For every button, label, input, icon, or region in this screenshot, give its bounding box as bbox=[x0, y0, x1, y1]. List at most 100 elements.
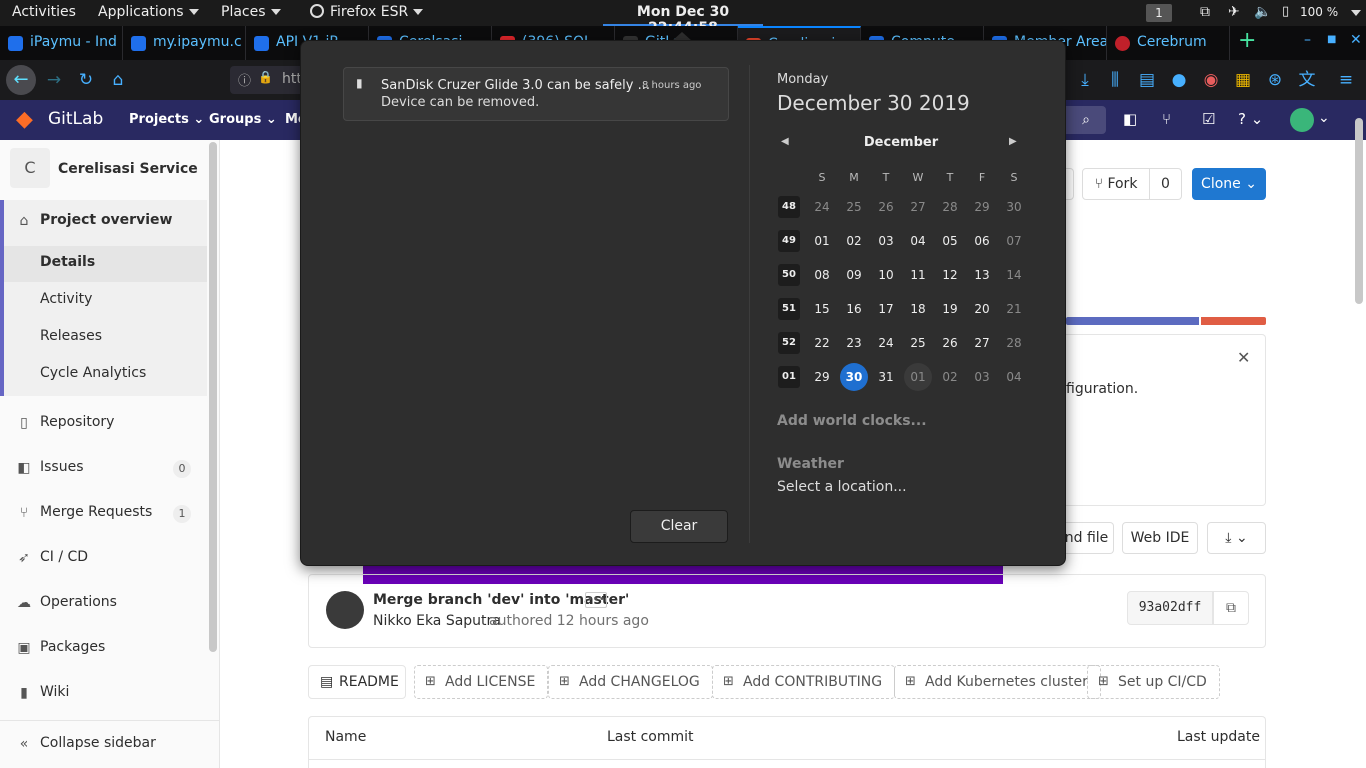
setup-cicd-button[interactable]: ⊞ Set up CI/CD bbox=[1087, 665, 1220, 699]
sidebar-item-operations[interactable]: ☁ Operations bbox=[0, 586, 207, 622]
calendar-day[interactable]: 04 bbox=[1000, 363, 1028, 391]
new-tab-icon[interactable]: + bbox=[1238, 28, 1256, 53]
airplane-icon[interactable]: ✈ bbox=[1228, 4, 1240, 20]
account-icon[interactable]: ● bbox=[1167, 68, 1191, 92]
project-name[interactable]: Cerelisasi Service bbox=[58, 161, 198, 177]
calendar-day[interactable]: 28 bbox=[1000, 329, 1028, 357]
search-icon[interactable]: ⌕ bbox=[1066, 106, 1106, 134]
activities-button[interactable]: Activities bbox=[12, 4, 76, 20]
forward-icon[interactable]: → bbox=[42, 68, 66, 92]
calendar-day[interactable]: 20 bbox=[968, 295, 996, 323]
calendar-day[interactable]: 27 bbox=[904, 193, 932, 221]
nav-projects[interactable]: Projects ⌄ bbox=[129, 112, 204, 127]
gitlab-brand[interactable]: GitLab bbox=[48, 109, 103, 129]
calendar-day[interactable]: 19 bbox=[936, 295, 964, 323]
translate-icon[interactable]: 文 bbox=[1295, 68, 1319, 92]
minimize-icon[interactable]: – bbox=[1304, 32, 1311, 48]
sidebar-item-overview[interactable]: ⌂ Project overview bbox=[0, 204, 207, 240]
calendar-day[interactable]: 30 bbox=[1000, 193, 1028, 221]
menu-icon[interactable]: ≡ bbox=[1334, 68, 1358, 92]
info-icon[interactable]: ⓘ bbox=[238, 70, 251, 89]
commit-author[interactable]: Nikko Eka Saputra bbox=[373, 613, 501, 629]
nav-groups[interactable]: Groups ⌄ bbox=[209, 112, 277, 127]
reload-icon[interactable]: ↻ bbox=[74, 68, 98, 92]
clone-button[interactable]: Clone ⌄ bbox=[1192, 168, 1266, 200]
network-icon[interactable]: ⧉ bbox=[1200, 4, 1210, 20]
clear-notifications-button[interactable]: Clear bbox=[630, 510, 728, 543]
maximize-icon[interactable]: ■ bbox=[1327, 34, 1336, 45]
merge-requests-icon[interactable]: ⑂ bbox=[1162, 110, 1171, 128]
calendar-day[interactable]: 12 bbox=[936, 261, 964, 289]
sidebar-item-details[interactable]: Details bbox=[4, 246, 207, 282]
commit-sha[interactable]: 93a02dff bbox=[1127, 591, 1213, 625]
todos-icon[interactable]: ☑ bbox=[1202, 110, 1215, 128]
calendar-day[interactable]: 08 bbox=[808, 261, 836, 289]
calendar-day[interactable]: 29 bbox=[968, 193, 996, 221]
clock-button[interactable]: Mon Dec 30 22:44:58 bbox=[603, 0, 763, 36]
avatar[interactable] bbox=[326, 591, 364, 629]
calendar-day[interactable]: 13 bbox=[968, 261, 996, 289]
calendar-day[interactable]: 25 bbox=[904, 329, 932, 357]
calendar-day[interactable]: 14 bbox=[1000, 261, 1028, 289]
calendar-day[interactable]: 21 bbox=[1000, 295, 1028, 323]
calendar-day[interactable]: 24 bbox=[808, 193, 836, 221]
downloads-icon[interactable]: ⤓ bbox=[1073, 68, 1097, 92]
sidebar-icon[interactable]: ▤ bbox=[1135, 68, 1159, 92]
browser-tab[interactable]: my.ipaymu.c bbox=[123, 26, 246, 60]
calendar-day[interactable]: 07 bbox=[1000, 227, 1028, 255]
calendar-day[interactable]: 23 bbox=[840, 329, 868, 357]
calendar-day[interactable]: 25 bbox=[840, 193, 868, 221]
extension-icon[interactable]: ⊛ bbox=[1263, 68, 1287, 92]
next-month-icon[interactable]: ▶ bbox=[1009, 136, 1017, 147]
calendar-day[interactable]: 27 bbox=[968, 329, 996, 357]
calendar-day[interactable]: 28 bbox=[936, 193, 964, 221]
close-icon[interactable]: ✕ bbox=[1237, 348, 1250, 367]
add-license-button[interactable]: ⊞ Add LICENSE bbox=[414, 665, 549, 699]
copy-icon[interactable]: ⧉ bbox=[1213, 591, 1249, 625]
calendar-day[interactable]: 24 bbox=[872, 329, 900, 357]
calendar-day[interactable]: 03 bbox=[968, 363, 996, 391]
calendar-day[interactable]: 26 bbox=[936, 329, 964, 357]
calendar-day[interactable]: 05 bbox=[936, 227, 964, 255]
places-menu[interactable]: Places bbox=[221, 4, 281, 20]
workspace-indicator[interactable]: 1 bbox=[1146, 4, 1172, 22]
web-ide-button[interactable]: Web IDE bbox=[1122, 522, 1198, 554]
system-menu-chevron-icon[interactable] bbox=[1351, 10, 1361, 16]
weather-location-button[interactable]: Select a location... bbox=[777, 479, 907, 495]
url-text[interactable]: htt bbox=[282, 71, 302, 87]
calendar-day[interactable]: 06 bbox=[968, 227, 996, 255]
help-icon[interactable]: ? ⌄ bbox=[1238, 110, 1263, 128]
close-window-icon[interactable]: ✕ bbox=[1350, 32, 1362, 48]
calendar-day[interactable]: 22 bbox=[808, 329, 836, 357]
sidebar-scrollbar[interactable] bbox=[209, 142, 217, 652]
gitlab-logo-icon[interactable]: ◆ bbox=[16, 108, 40, 132]
sidebar-item-packages[interactable]: ▣ Packages bbox=[0, 631, 207, 667]
calendar-day[interactable]: 02 bbox=[840, 227, 868, 255]
volume-icon[interactable]: 🔈 bbox=[1254, 4, 1271, 20]
calendar-day[interactable]: 11 bbox=[904, 261, 932, 289]
extension-icon[interactable]: ▦ bbox=[1231, 68, 1255, 92]
calendar-day-selected[interactable]: 30 bbox=[840, 363, 868, 391]
calendar-day[interactable]: 04 bbox=[904, 227, 932, 255]
sidebar-item-merge-requests[interactable]: ⑂ Merge Requests 1 bbox=[0, 496, 207, 532]
calendar-day[interactable]: 16 bbox=[840, 295, 868, 323]
calendar-day[interactable]: 29 bbox=[808, 363, 836, 391]
download-button[interactable]: ⤓ ⌄ bbox=[1207, 522, 1266, 554]
sidebar-item-cycle-analytics[interactable]: Cycle Analytics bbox=[0, 357, 207, 393]
page-scrollbar[interactable] bbox=[1355, 118, 1363, 304]
notification-item[interactable]: ▮ SanDisk Cruzer Glide 3.0 can be safely… bbox=[343, 67, 729, 121]
calendar-day[interactable]: 18 bbox=[904, 295, 932, 323]
ellipsis-icon[interactable]: ••• bbox=[585, 592, 607, 608]
firefox-app-menu[interactable]: Firefox ESR bbox=[310, 4, 424, 20]
fork-count[interactable]: 0 bbox=[1150, 168, 1182, 200]
calendar-day[interactable]: 10 bbox=[872, 261, 900, 289]
add-contributing-button[interactable]: ⊞ Add CONTRIBUTING bbox=[712, 665, 896, 699]
applications-menu[interactable]: Applications bbox=[98, 4, 199, 20]
issues-icon[interactable]: ◧ bbox=[1123, 110, 1137, 128]
collapse-sidebar-button[interactable]: « Collapse sidebar bbox=[0, 727, 207, 763]
sidebar-item-releases[interactable]: Releases bbox=[0, 320, 207, 356]
sidebar-item-cicd[interactable]: ➶ CI / CD bbox=[0, 541, 207, 577]
sidebar-item-issues[interactable]: ◧ Issues 0 bbox=[0, 451, 207, 487]
calendar-day[interactable]: 01 bbox=[808, 227, 836, 255]
previous-month-icon[interactable]: ◀ bbox=[781, 136, 789, 147]
